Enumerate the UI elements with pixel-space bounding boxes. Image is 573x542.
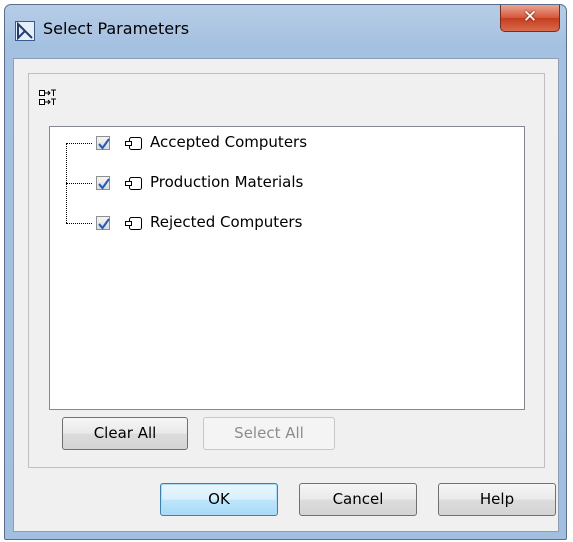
port-icon [125,217,142,230]
tree-item-label: Accepted Computers [150,133,308,151]
app-icon [15,21,35,41]
expand-all-icon[interactable] [39,89,57,109]
cancel-button[interactable]: Cancel [299,483,417,516]
checkmark-icon [98,178,110,190]
checkmark-icon [98,138,110,150]
port-icon [125,137,142,150]
parameters-group: Accepted Computers Production Materials [28,73,545,468]
checkbox[interactable] [96,176,110,190]
port-icon [125,177,142,190]
clear-all-button[interactable]: Clear All [62,417,188,450]
tree-item-rejected-computers[interactable]: Rejected Computers [50,213,450,237]
checkbox[interactable] [96,216,110,230]
checkmark-icon [98,218,110,230]
select-all-button[interactable]: Select All [203,417,335,450]
tree-item-label: Rejected Computers [150,213,303,231]
tree-item-production-materials[interactable]: Production Materials [50,173,450,197]
dialog-window: Select Parameters ✕ Accepted Computers P… [4,4,567,540]
help-button[interactable]: Help [438,483,556,516]
window-title: Select Parameters [43,19,190,38]
parameter-tree[interactable]: Accepted Computers Production Materials [49,126,525,410]
dialog-body: Accepted Computers Production Materials [13,58,559,532]
checkbox[interactable] [96,136,110,150]
close-icon: ✕ [522,7,538,27]
close-button[interactable]: ✕ [500,5,560,32]
tree-item-accepted-computers[interactable]: Accepted Computers [50,133,450,157]
ok-button[interactable]: OK [160,483,278,516]
tree-item-label: Production Materials [150,173,304,191]
